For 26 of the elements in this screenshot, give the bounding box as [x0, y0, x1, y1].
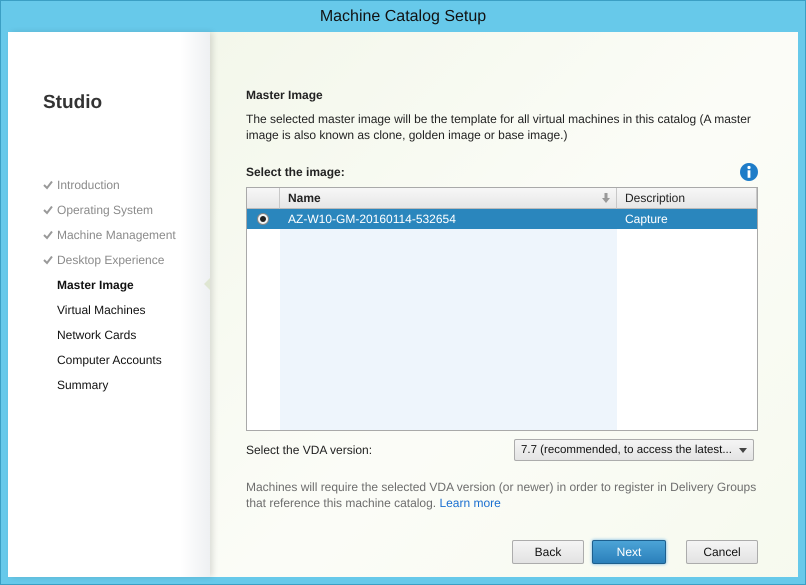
- column-header: [247, 188, 280, 209]
- table-cell: Capture: [617, 209, 757, 229]
- wizard-step[interactable]: Computer Accounts: [57, 352, 162, 366]
- wizard-button[interactable]: Back: [512, 540, 584, 564]
- vda-version-label: Select the VDA version:: [246, 443, 372, 457]
- wizard-step[interactable]: Network Cards: [57, 328, 136, 342]
- wizard-step[interactable]: Master Image: [57, 278, 134, 292]
- vda-version-dropdown[interactable]: 7.7 (recommended, to access the latest...: [514, 439, 754, 461]
- page-heading: Master Image: [246, 88, 324, 102]
- wizard-button[interactable]: Next: [592, 540, 666, 564]
- info-icon[interactable]: [740, 163, 758, 181]
- column-header[interactable]: Name: [280, 188, 617, 209]
- table-label: Select the image:: [246, 165, 345, 179]
- vda-note: Machines will require the selected VDA version (or newer) in order to register in Delivery Groups that reference this machine catalog. Learn more: [246, 479, 758, 511]
- caret-icon: [739, 448, 747, 452]
- column-header[interactable]: Description: [617, 188, 757, 209]
- sidebar-title: Studio: [43, 92, 102, 114]
- radio-button[interactable]: [257, 213, 269, 225]
- page-description: The selected master image will be the template for all virtual machines in this catalog (A master image is also known as clone, golden image or base image.): [246, 111, 752, 143]
- learn-more-link[interactable]: Learn more: [439, 496, 501, 510]
- wizard-step[interactable]: Summary: [57, 378, 108, 392]
- wizard-button[interactable]: Cancel: [686, 540, 758, 564]
- table-cell: AZ-W10-GM-20160114-532654: [280, 209, 617, 229]
- window-title: Machine Catalog Setup: [320, 8, 486, 26]
- wizard-step[interactable]: Virtual Machines: [57, 302, 146, 316]
- current-step-pointer-icon: [204, 278, 210, 290]
